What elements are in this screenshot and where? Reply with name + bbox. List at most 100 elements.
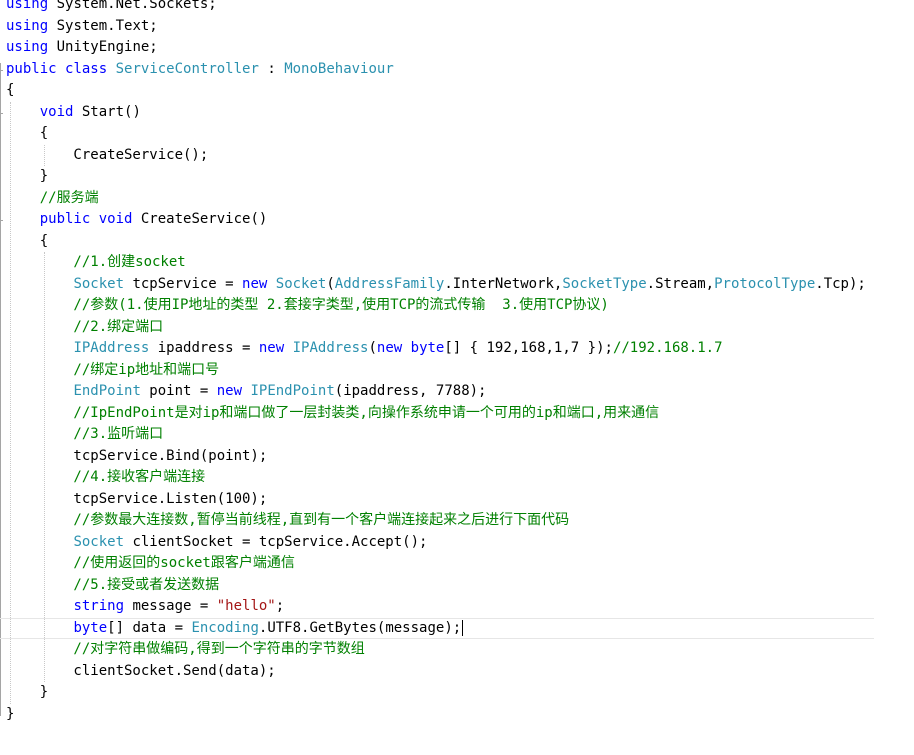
code-line[interactable]: EndPoint point = new IPEndPoint(ipaddres… (6, 381, 866, 403)
code-line[interactable]: tcpService.Bind(point); (6, 446, 866, 468)
code-token: [] { 192,168,1,7 }); (444, 340, 613, 356)
code-line[interactable]: //2.绑定端口 (6, 317, 866, 339)
code-token: } (6, 168, 49, 184)
code-line[interactable]: CreateService(); (6, 145, 866, 167)
code-token: //参数最大连接数,暂停当前线程,直到有一个客户端连接起来之后进行下面代码 (6, 512, 570, 528)
code-token: point = (140, 383, 217, 399)
code-line[interactable]: using System.Net.Sockets; (6, 0, 866, 16)
code-token: ServiceController (115, 60, 259, 77)
code-token: IPAddress (292, 340, 369, 356)
code-line[interactable]: void Start() (6, 102, 866, 124)
code-line[interactable]: using UnityEngine; (6, 37, 866, 59)
code-token: new (216, 383, 243, 399)
code-token: ( (368, 340, 377, 356)
code-token: ipaddress = (149, 340, 259, 356)
code-line[interactable]: //服务端 (6, 188, 866, 210)
code-token: void (39, 103, 74, 120)
code-token: tcpService.Bind(point); (6, 447, 268, 464)
code-line[interactable]: byte[] data = Encoding.UTF8.GetBytes(mes… (0, 617, 874, 640)
fold-marker (0, 112, 3, 114)
fold-marker (0, 69, 3, 71)
code-token: void (98, 211, 133, 227)
code-token: string (73, 598, 125, 614)
code-token: { (6, 125, 49, 141)
code-token: MonoBehaviour (284, 60, 394, 77)
code-line[interactable]: //参数(1.使用IP地址的类型 2.套接字类型,使用TCP的流式传输 3.使用… (6, 295, 866, 317)
code-token: //192.168.1.7 (612, 340, 723, 356)
code-token: EndPoint (73, 383, 141, 399)
code-line[interactable]: } (6, 682, 866, 704)
code-token: System.Text; (48, 17, 158, 34)
code-token: //对字符串做编码,得到一个字符串的字节数组 (6, 641, 365, 657)
code-line[interactable]: tcpService.Listen(100); (6, 489, 866, 511)
code-line[interactable]: } (6, 166, 866, 188)
code-line[interactable]: //对字符串做编码,得到一个字符串的字节数组 (6, 639, 866, 661)
code-line[interactable]: using System.Text; (6, 16, 866, 38)
code-editor[interactable]: using System.Net.Sockets; using System.Te… (0, 0, 914, 755)
code-lines: using System.Net.Sockets; using System.Te… (0, 0, 874, 726)
code-line[interactable]: Socket clientSocket = tcpService.Accept(… (6, 532, 866, 554)
text-caret (462, 619, 464, 636)
code-line[interactable]: IPAddress ipaddress = new IPAddress(new … (6, 338, 866, 360)
code-line[interactable]: Socket tcpService = new Socket(AddressFa… (6, 274, 866, 296)
code-token: clientSocket = tcpService.Accept(); (124, 533, 428, 550)
code-token: CreateService() (132, 211, 268, 227)
code-token: "hello" (216, 598, 276, 614)
code-line[interactable]: { (6, 123, 866, 145)
code-line[interactable]: public void CreateService() (6, 209, 866, 231)
code-line[interactable]: //5.接受或者发送数据 (6, 575, 866, 597)
code-token: ( (326, 275, 335, 292)
code-line[interactable]: clientSocket.Send(data); (6, 661, 866, 683)
code-token: Start() (73, 103, 141, 120)
code-line[interactable]: string message = "hello"; (6, 596, 866, 618)
code-token: .Stream, (646, 275, 715, 292)
code-token: Socket (73, 533, 125, 550)
code-token: } (6, 705, 15, 722)
code-token: //3.监听端口 (6, 426, 164, 442)
code-line[interactable]: //3.监听端口 (6, 424, 866, 446)
code-token: clientSocket.Send(data); (6, 662, 276, 679)
code-token: Socket (275, 275, 327, 292)
code-token: new (242, 275, 268, 292)
code-token: tcpService.Listen(100); (6, 490, 268, 507)
code-line[interactable]: //1.创建socket (6, 252, 866, 274)
code-line[interactable]: //使用返回的socket跟客户端通信 (6, 553, 866, 575)
code-token: using (6, 17, 49, 34)
code-token: UnityEngine; (48, 39, 158, 55)
code-token: ; (275, 598, 285, 614)
code-line[interactable]: public class ServiceController : MonoBeh… (6, 59, 866, 81)
code-token: CreateService(); (6, 146, 209, 163)
code-token: Encoding (191, 619, 259, 636)
code-line[interactable]: //绑定ip地址和端口号 (6, 360, 866, 382)
code-token: //绑定ip地址和端口号 (6, 361, 220, 378)
code-line[interactable]: } (6, 704, 866, 726)
code-line[interactable]: { (6, 231, 866, 253)
code-token: { (6, 232, 49, 249)
code-line[interactable]: //参数最大连接数,暂停当前线程,直到有一个客户端连接起来之后进行下面代码 (6, 510, 866, 532)
code-token: //5.接受或者发送数据 (6, 576, 220, 593)
code-line[interactable]: //IpEndPoint是对ip和端口做了一层封装类,向操作系统申请一个可用的i… (6, 403, 866, 425)
code-line[interactable]: //4.接收客户端连接 (6, 467, 866, 489)
code-token: AddressFamily (334, 275, 445, 292)
code-token: new (258, 340, 285, 356)
code-token: //1.创建socket (6, 254, 186, 270)
code-token: class (65, 60, 108, 77)
code-token: : (258, 60, 285, 77)
code-token: message = (124, 598, 217, 614)
code-token: //参数(1.使用IP地址的类型 2.套接字类型,使用TCP的流式传输 3.使用… (6, 297, 609, 313)
code-token: using (6, 39, 49, 55)
code-token: .Tcp); (815, 275, 866, 292)
code-token: (ipaddress, 7788); (334, 383, 487, 399)
code-token: .InterNetwork, (444, 275, 563, 292)
code-line[interactable]: { (6, 80, 866, 102)
code-token: public (6, 60, 57, 77)
code-token: } (6, 684, 49, 700)
